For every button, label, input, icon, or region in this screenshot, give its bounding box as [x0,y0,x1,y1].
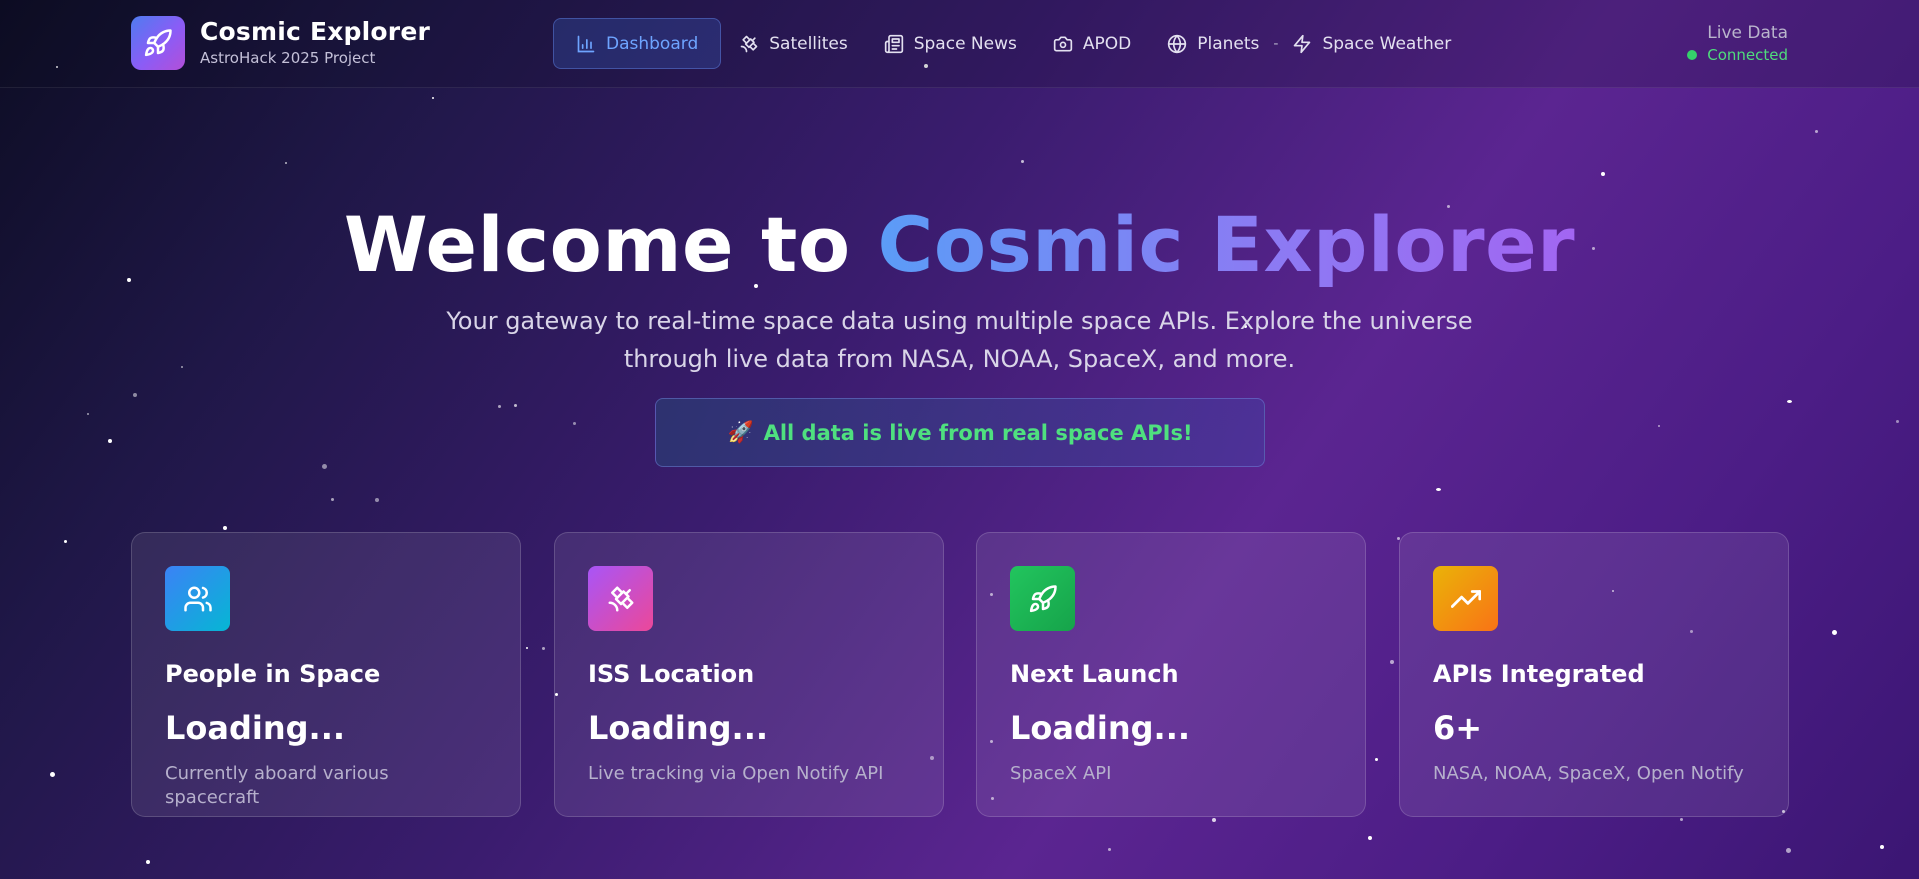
camera-icon [1053,36,1073,52]
stat-card-iss-location[interactable]: ISS Location Loading... Live tracking vi… [554,532,944,817]
card-description: SpaceX API [1010,763,1112,784]
live-data-label: Live Data [1707,23,1788,43]
card-value: Loading... [588,709,768,747]
users-icon [165,566,230,631]
nav-satellites-label: Satellites [769,33,848,54]
rocket-emoji-icon: 🚀 [727,420,754,444]
hero-title: Welcome to Cosmic Explorer [0,200,1919,290]
nav-satellites[interactable]: Satellites [721,18,865,69]
card-description: NASA, NOAA, SpaceX, Open Notify [1433,763,1744,784]
nav-apod-label: APOD [1082,33,1132,54]
hero-subtitle: Your gateway to real-time space data usi… [446,307,1473,373]
nav-dashboard[interactable]: Dashboard [553,18,722,69]
nav-dashboard-label: Dashboard [606,33,699,54]
stat-card-apis-integrated[interactable]: APIs Integrated 6+ NASA, NOAA, SpaceX, O… [1399,532,1789,817]
rocket-icon [131,16,185,70]
globe-icon [1168,34,1187,53]
nav-planets-label: Planets [1197,33,1260,54]
live-data-status: Live Data Connected [1687,22,1788,66]
banner-text: All data is live from real space APIs! [763,420,1193,445]
card-description: Live tracking via Open Notify API [588,763,884,784]
hero-title-prefix: Welcome to [343,200,878,289]
live-data-banner: 🚀 All data is live from real space APIs! [655,398,1265,467]
connection-status-text: Connected [1707,46,1788,64]
nav-planets[interactable]: Planets [1149,18,1277,69]
card-title: ISS Location [588,660,755,688]
nav-space-weather-label: Space Weather [1322,33,1452,54]
nav-space-news[interactable]: Space News [866,18,1035,69]
status-dot-icon [1687,50,1698,60]
newspaper-icon [884,34,903,53]
app-title: Cosmic Explorer [200,17,431,46]
nav-space-weather[interactable]: Space Weather [1274,18,1469,69]
main-nav: Dashboard Satellites Space News APOD Pla… [553,18,1469,69]
app-subtitle: AstroHack 2025 Project [200,49,376,67]
card-title: People in Space [165,660,381,688]
satellite-icon [740,35,758,52]
hero-title-highlight: Cosmic Explorer [877,200,1576,289]
lightning-icon [1294,34,1311,53]
top-navbar: Cosmic Explorer AstroHack 2025 Project D… [0,0,1919,88]
nav-apod[interactable]: APOD [1035,18,1149,69]
brand[interactable]: Cosmic Explorer AstroHack 2025 Project [131,16,430,70]
stat-card-people-in-space[interactable]: People in Space Loading... Currently abo… [131,532,521,817]
trending-up-icon [1433,566,1498,631]
card-description: Currently aboard various spacecraft [165,763,389,808]
rocket-icon [1010,566,1075,631]
card-value: 6+ [1433,709,1483,747]
stat-card-next-launch[interactable]: Next Launch Loading... SpaceX API [976,532,1366,817]
satellite-icon [588,566,653,631]
card-value: Loading... [165,709,345,747]
card-title: Next Launch [1010,660,1179,688]
nav-space-news-label: Space News [913,33,1017,54]
card-title: APIs Integrated [1433,660,1645,688]
connection-status: Connected [1687,44,1788,66]
card-value: Loading... [1010,709,1190,747]
bar-chart-icon [577,35,595,52]
